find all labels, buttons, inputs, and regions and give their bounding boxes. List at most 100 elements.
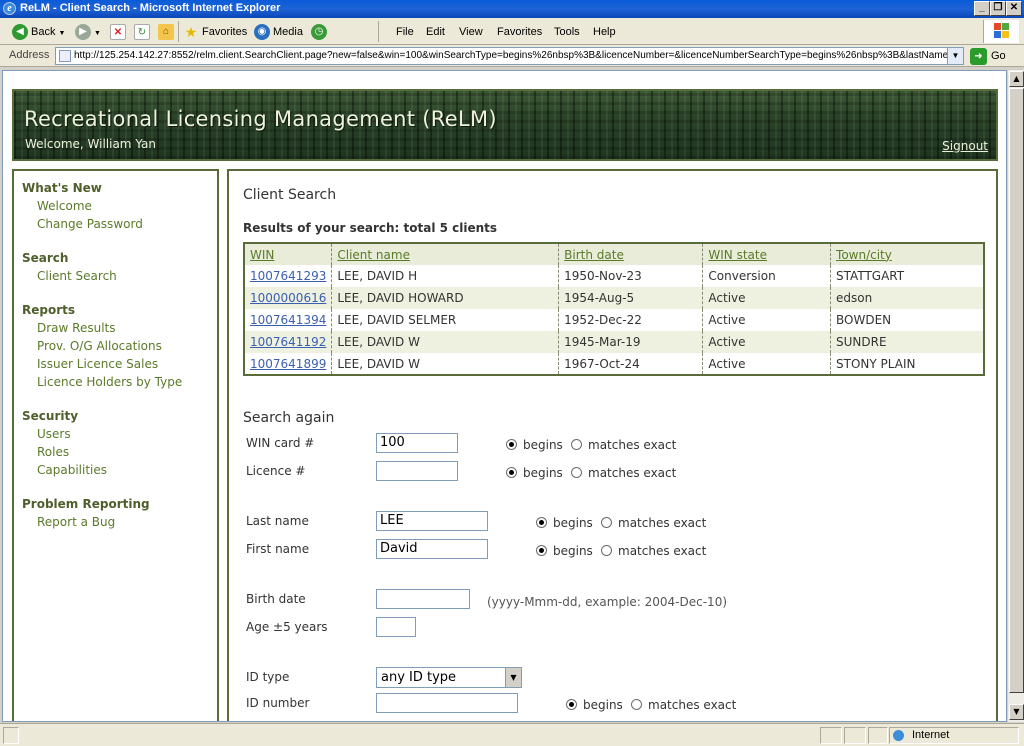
minimize-button[interactable]: _ xyxy=(974,1,990,16)
sidebar-heading-search: Search xyxy=(22,251,69,265)
first-name-begins-radio[interactable]: begins xyxy=(536,544,593,558)
sidebar-item-issuer-licence-sales[interactable]: Issuer Licence Sales xyxy=(37,357,158,371)
sidebar-heading-reports: Reports xyxy=(22,303,76,317)
stop-button[interactable]: ✕ xyxy=(110,22,129,42)
licence-input[interactable] xyxy=(376,461,458,481)
radio-unselected-icon xyxy=(601,545,612,556)
column-header-win-label[interactable]: WIN xyxy=(250,248,274,262)
id-number-matches-exact-radio[interactable]: matches exact xyxy=(631,698,736,712)
radio-unselected-icon xyxy=(631,699,642,710)
radio-unselected-icon xyxy=(571,467,582,478)
client-name-cell: LEE, DAVID H xyxy=(331,265,560,287)
licence-matches-exact-radio[interactable]: matches exact xyxy=(571,466,676,480)
status-bar: Internet xyxy=(0,723,1024,746)
win-card-label: WIN card # xyxy=(246,436,315,450)
sidebar-item-prov-og-allocations[interactable]: Prov. O/G Allocations xyxy=(37,339,162,353)
column-header-client-name[interactable]: Client name xyxy=(331,243,560,265)
scroll-up-icon[interactable]: ▲ xyxy=(1009,71,1024,87)
sidebar-item-capabilities[interactable]: Capabilities xyxy=(37,463,107,477)
home-button[interactable]: ⌂ xyxy=(158,22,177,42)
win-matches-exact-radio[interactable]: matches exact xyxy=(571,438,676,452)
win-begins-label: begins xyxy=(523,438,563,452)
scroll-thumb[interactable] xyxy=(1009,88,1024,693)
results-header-row: WIN Client name Birth date WIN state Tow… xyxy=(244,243,984,265)
logo-red xyxy=(994,23,1001,30)
menu-favorites[interactable]: Favorites xyxy=(497,22,542,42)
sidebar-item-users[interactable]: Users xyxy=(37,427,71,441)
signout-link[interactable]: Signout xyxy=(942,139,988,153)
birth-date-cell: 1950-Nov-23 xyxy=(558,265,704,287)
column-header-win[interactable]: WIN xyxy=(244,243,333,265)
refresh-button[interactable]: ↻ xyxy=(134,22,153,42)
win-begins-radio[interactable]: begins xyxy=(506,438,563,452)
sidebar-heading-whats-new: What's New xyxy=(22,181,102,195)
id-number-matches-exact-label: matches exact xyxy=(648,698,737,712)
go-button[interactable]: ➜ Go xyxy=(970,47,1006,65)
favorites-button[interactable]: ★ Favorites xyxy=(183,22,248,42)
column-header-town-city[interactable]: Town/city xyxy=(830,243,984,265)
last-name-label: Last name xyxy=(246,514,309,528)
id-number-input[interactable] xyxy=(376,693,518,713)
forward-button[interactable]: ▶ ▼ xyxy=(75,22,101,42)
win-link[interactable]: 1000000616 xyxy=(244,287,333,309)
last-name-matches-exact-radio[interactable]: matches exact xyxy=(601,516,706,530)
menu-file[interactable]: File xyxy=(396,22,414,42)
win-link[interactable]: 1007641293 xyxy=(244,265,333,287)
column-header-town-city-label[interactable]: Town/city xyxy=(836,248,892,262)
go-arrow-icon: ➜ xyxy=(970,47,987,65)
id-type-select[interactable]: any ID type ▼ xyxy=(376,667,522,688)
vertical-scrollbar[interactable]: ▲ ▼ xyxy=(1007,70,1024,722)
first-name-input[interactable]: David xyxy=(376,539,488,559)
address-dropdown-icon[interactable]: ▼ xyxy=(947,47,964,65)
win-state-cell: Active xyxy=(702,309,832,331)
win-link[interactable]: 1007641394 xyxy=(244,309,333,331)
last-name-input[interactable]: LEE xyxy=(376,511,488,531)
licence-begins-radio[interactable]: begins xyxy=(506,466,563,480)
close-button[interactable]: ✕ xyxy=(1006,1,1022,16)
status-cell xyxy=(820,727,842,744)
back-button[interactable]: ◀ Back ▼ xyxy=(12,22,65,42)
menu-help[interactable]: Help xyxy=(593,22,616,42)
sidebar-item-licence-holders-by-type[interactable]: Licence Holders by Type xyxy=(37,375,182,389)
page-title: Client Search xyxy=(243,187,337,203)
results-summary: Results of your search: total 5 clients xyxy=(243,221,498,235)
column-header-birth-date-label[interactable]: Birth date xyxy=(564,248,624,262)
radio-selected-icon xyxy=(506,467,517,478)
media-button[interactable]: ◉ Media xyxy=(254,22,303,42)
history-button[interactable]: ◷ xyxy=(311,22,330,42)
history-icon: ◷ xyxy=(311,24,327,41)
menu-view[interactable]: View xyxy=(459,22,483,42)
win-card-input[interactable]: 100 xyxy=(376,433,458,453)
chevron-down-icon[interactable]: ▼ xyxy=(505,668,521,687)
win-link[interactable]: 1007641899 xyxy=(244,353,333,375)
back-dropdown-icon: ▼ xyxy=(58,30,66,37)
win-link[interactable]: 1007641192 xyxy=(244,331,333,353)
sidebar-item-welcome[interactable]: Welcome xyxy=(37,199,92,213)
client-name-cell: LEE, DAVID HOWARD xyxy=(331,287,560,309)
menu-tools[interactable]: Tools xyxy=(554,22,580,42)
column-header-win-state-label[interactable]: WIN state xyxy=(708,248,767,262)
first-name-matches-exact-radio[interactable]: matches exact xyxy=(601,544,706,558)
sidebar-item-roles[interactable]: Roles xyxy=(37,445,69,459)
id-number-begins-radio[interactable]: begins xyxy=(566,698,623,712)
column-header-birth-date[interactable]: Birth date xyxy=(558,243,704,265)
address-input[interactable]: http://125.254.142.27:8552/relm.client.S… xyxy=(55,47,963,65)
maximize-button[interactable]: ❐ xyxy=(990,1,1006,16)
menu-edit[interactable]: Edit xyxy=(426,22,445,42)
birth-date-input[interactable] xyxy=(376,589,470,609)
column-header-client-name-label[interactable]: Client name xyxy=(337,248,410,262)
birth-date-cell: 1945-Mar-19 xyxy=(558,331,704,353)
favorites-label: Favorites xyxy=(202,26,248,38)
id-number-label: ID number xyxy=(246,696,310,710)
zone-label: Internet xyxy=(912,729,950,741)
toolbar-separator xyxy=(178,21,179,42)
sidebar-item-client-search[interactable]: Client Search xyxy=(37,269,117,283)
scroll-down-icon[interactable]: ▼ xyxy=(1009,704,1024,720)
column-header-win-state[interactable]: WIN state xyxy=(702,243,832,265)
sidebar-item-draw-results[interactable]: Draw Results xyxy=(37,321,116,335)
sidebar-item-report-a-bug[interactable]: Report a Bug xyxy=(37,515,115,529)
age-input[interactable] xyxy=(376,617,416,637)
sidebar-item-change-password[interactable]: Change Password xyxy=(37,217,143,231)
last-name-begins-radio[interactable]: begins xyxy=(536,516,593,530)
status-cell xyxy=(844,727,866,744)
